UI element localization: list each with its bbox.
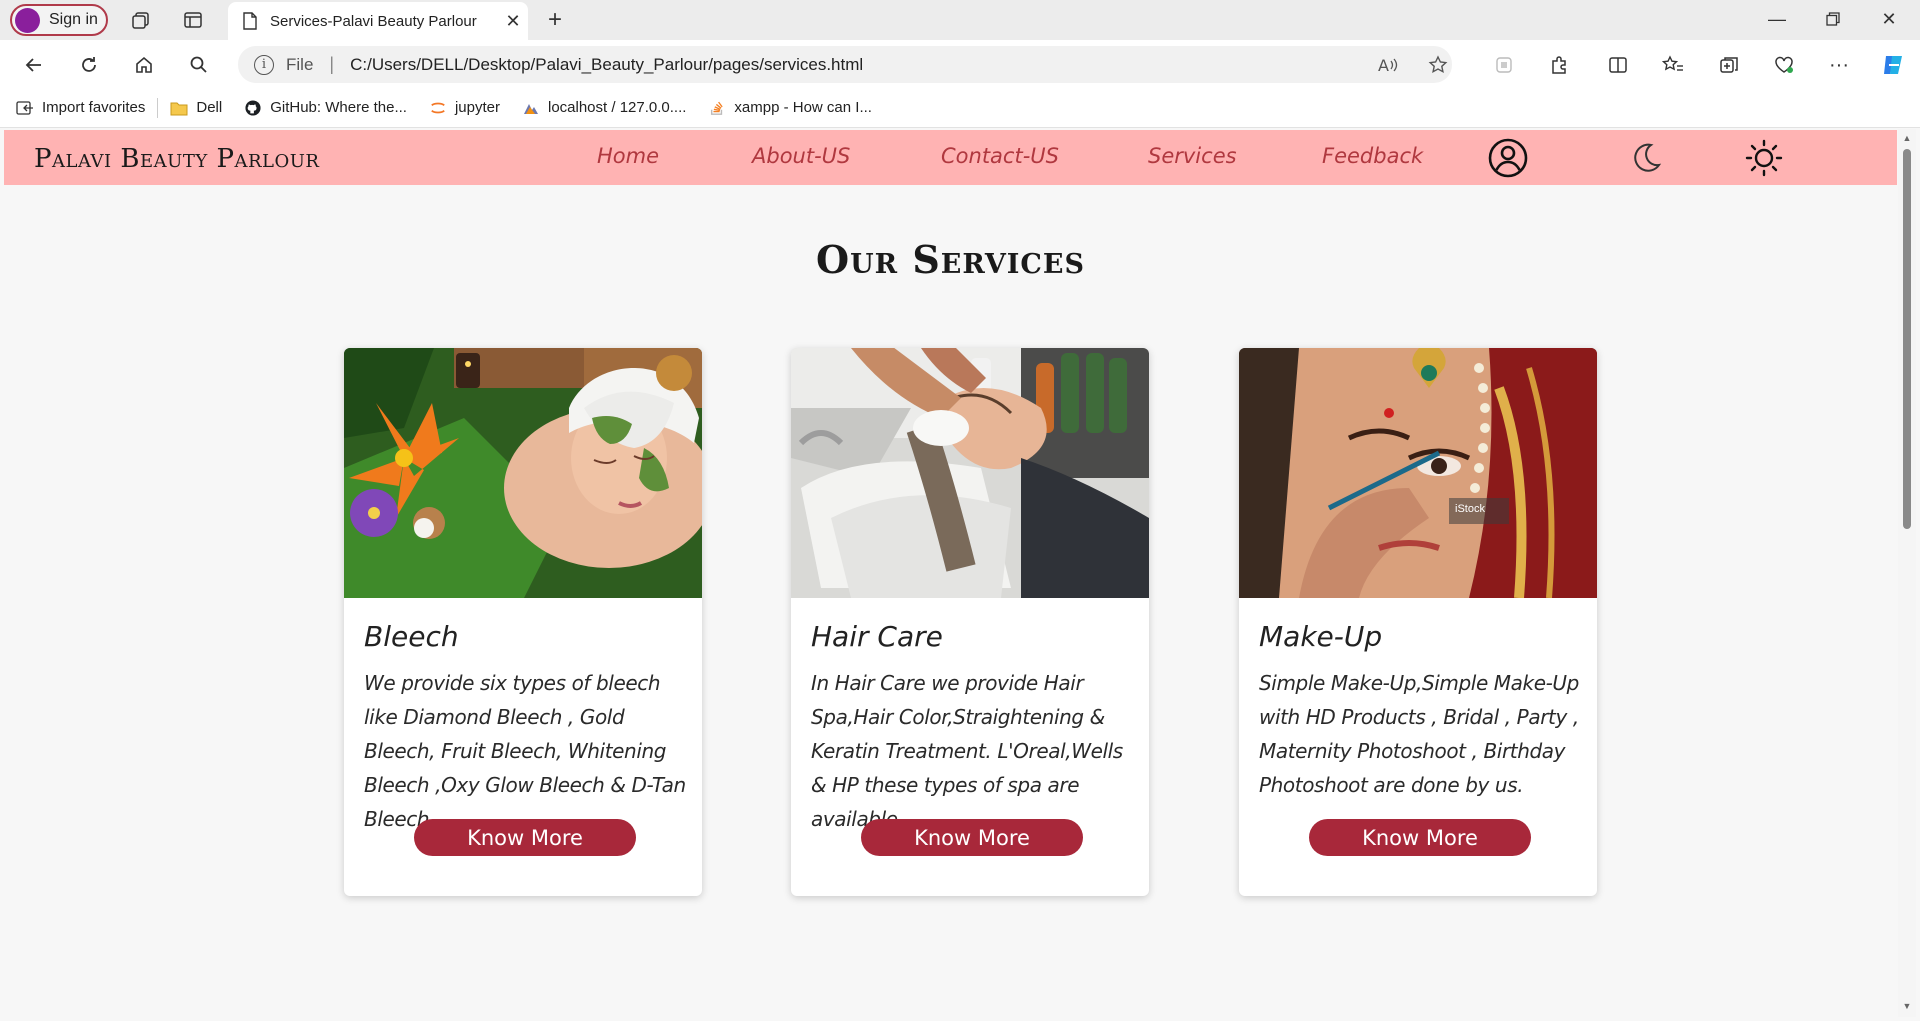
tab-title: Services-Palavi Beauty Parlour (270, 12, 477, 30)
avatar (15, 7, 40, 33)
folder-icon (170, 102, 188, 115)
close-tab-icon[interactable]: ✕ (498, 11, 528, 32)
browser-essentials-icon[interactable] (1768, 49, 1800, 81)
service-card-bleech: Bleech We provide six types of bleech li… (344, 348, 702, 896)
github-icon (245, 99, 261, 116)
url-divider: | (329, 54, 335, 74)
page-title: Our Services (816, 237, 1085, 282)
bookmark-label: jupyter (454, 99, 500, 116)
nav-feedback[interactable]: Feedback (1322, 144, 1423, 168)
nav-services[interactable]: Services (1148, 144, 1237, 168)
bookmark-xampp[interactable]: xampp - How can I... (708, 99, 872, 116)
split-screen-icon[interactable] (1602, 49, 1634, 81)
svg-text:A: A (1378, 56, 1389, 75)
page-icon (243, 12, 257, 30)
card-description: Simple Make-Up,Simple Make-Up with HD Pr… (1259, 671, 1579, 797)
tab-services[interactable]: Services-Palavi Beauty Parlour ✕ (228, 2, 528, 40)
istock-watermark: iStock (1455, 503, 1485, 515)
card-title: Make-Up (1259, 620, 1383, 653)
hair-wash-image (791, 348, 1149, 598)
dark-mode-moon-icon[interactable] (1626, 138, 1666, 178)
collections-icon[interactable] (1713, 49, 1745, 81)
search-icon[interactable] (183, 49, 215, 81)
light-mode-sun-icon[interactable] (1744, 138, 1784, 178)
nav-about-us[interactable]: About-US (752, 144, 850, 168)
user-account-icon[interactable] (1488, 138, 1528, 178)
refresh-icon[interactable] (73, 49, 105, 81)
import-icon (16, 100, 33, 115)
bookmark-label: localhost / 127.0.0.... (547, 99, 687, 116)
extension-pill-icon[interactable] (1488, 49, 1520, 81)
read-aloud-icon[interactable]: A (1372, 49, 1404, 81)
card-description: In Hair Care we provide Hair Spa,Hair Co… (811, 671, 1123, 831)
favorites-icon[interactable] (1657, 49, 1689, 81)
minimize-icon[interactable]: — (1750, 4, 1804, 34)
know-more-button[interactable]: Know More (861, 819, 1083, 856)
close-window-icon[interactable]: ✕ (1862, 4, 1916, 34)
service-card-hair-care: Hair Care In Hair Care we provide Hair S… (791, 348, 1149, 896)
bookmark-jupyter[interactable]: jupyter (429, 99, 500, 116)
page-scrollbar[interactable]: ▲ ▼ (1898, 129, 1916, 1017)
new-tab-icon[interactable]: + (540, 5, 570, 35)
phpmyadmin-icon (523, 103, 538, 114)
card-title: Bleech (364, 620, 459, 653)
know-more-button[interactable]: Know More (414, 819, 636, 856)
scroll-up-arrow-icon[interactable]: ▲ (1902, 133, 1912, 143)
know-more-button[interactable]: Know More (1309, 819, 1531, 856)
more-options-icon[interactable]: ··· (1823, 49, 1855, 81)
bookmark-dell[interactable]: Dell (170, 99, 222, 116)
home-icon[interactable] (128, 49, 160, 81)
nav-contact-us[interactable]: Contact-US (941, 144, 1059, 168)
extensions-icon[interactable] (1543, 49, 1575, 81)
site-navbar: Palavi Beauty Parlour Home About-US Cont… (4, 130, 1897, 185)
restore-icon[interactable] (1806, 4, 1860, 34)
facial-treatment-image (344, 348, 702, 598)
site-brand[interactable]: Palavi Beauty Parlour (34, 144, 319, 174)
scrollbar-thumb[interactable] (1903, 149, 1911, 529)
nav-home[interactable]: Home (597, 144, 659, 168)
bookmark-github[interactable]: GitHub: Where the... (244, 99, 407, 116)
address-bar-row: i File | C:/Users/DELL/Desktop/Palavi_Be… (0, 40, 1920, 88)
favorite-star-icon[interactable] (1422, 49, 1454, 81)
bookmark-divider (157, 97, 159, 118)
back-icon[interactable] (18, 49, 50, 81)
bookmarks-bar: Import favorites Dell GitHub: Where the.… (0, 88, 1920, 128)
url-text: C:/Users/DELL/Desktop/Palavi_Beauty_Parl… (350, 54, 864, 74)
url-scheme: File (286, 54, 314, 74)
card-description: We provide six types of bleech like Diam… (364, 671, 686, 831)
bridal-makeup-image: iStock (1239, 348, 1597, 598)
workspaces-icon[interactable] (126, 5, 156, 35)
tab-actions-icon[interactable] (178, 5, 208, 35)
bookmark-label: Import favorites (42, 99, 146, 116)
bookmark-label: xampp - How can I... (734, 99, 872, 116)
bookmark-localhost[interactable]: localhost / 127.0.0.... (522, 99, 686, 116)
copilot-icon[interactable] (1877, 49, 1909, 81)
service-card-make-up: iStock Make-Up Simple Make-Up,Simple Mak… (1239, 348, 1597, 896)
url-field[interactable]: i File | C:/Users/DELL/Desktop/Palavi_Be… (238, 46, 1452, 83)
browser-tab-bar: Sign in Services-Palavi Beauty Parlour ✕… (0, 0, 1920, 40)
card-title: Hair Care (811, 620, 943, 653)
bookmark-import-favorites[interactable]: Import favorites (16, 99, 145, 116)
stackoverflow-icon (711, 101, 724, 115)
profile-button[interactable]: Sign in (10, 4, 108, 36)
bookmark-label: GitHub: Where the... (270, 99, 407, 116)
site-info-icon[interactable]: i (254, 54, 274, 75)
page-viewport: Palavi Beauty Parlour Home About-US Cont… (4, 129, 1897, 1017)
profile-label: Sign in (49, 11, 98, 28)
bookmark-label: Dell (196, 99, 223, 116)
scroll-down-arrow-icon[interactable]: ▼ (1902, 1001, 1912, 1011)
jupyter-icon (431, 102, 445, 113)
